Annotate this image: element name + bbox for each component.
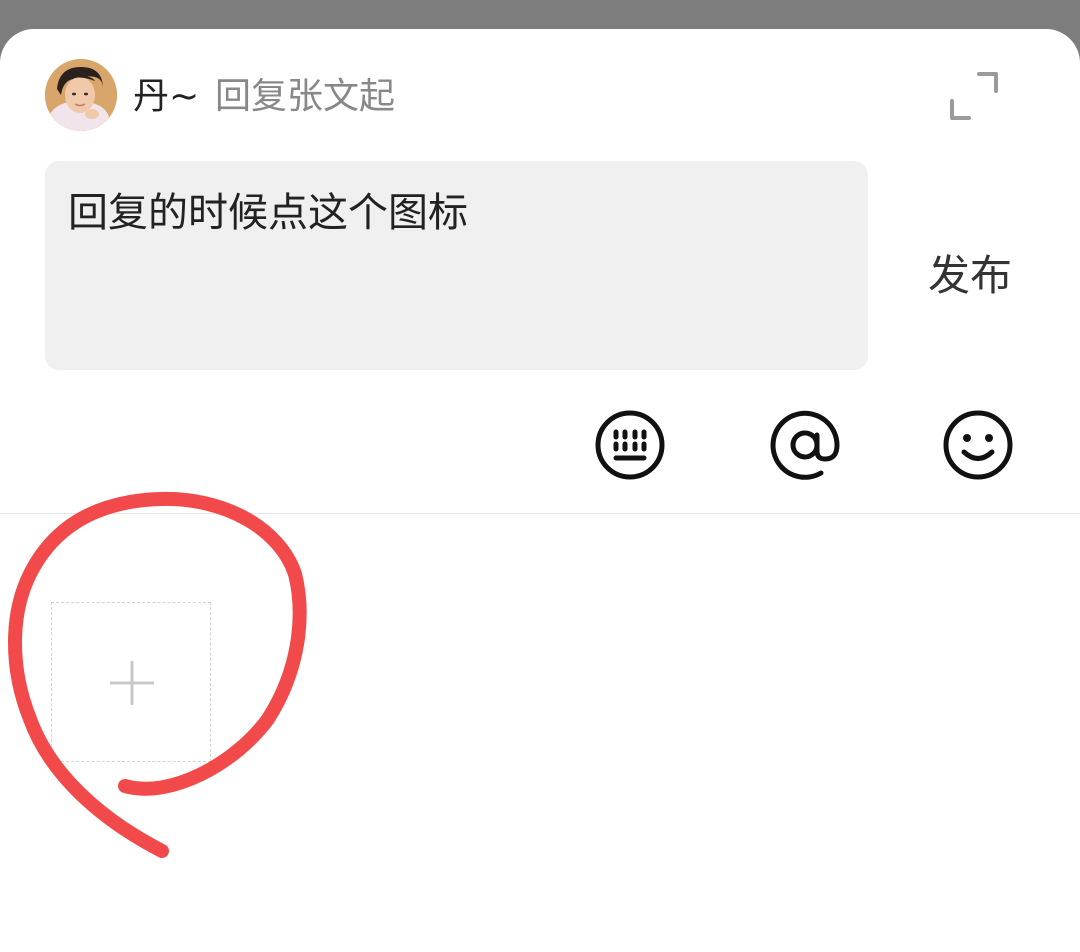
- add-image-button[interactable]: [51, 602, 211, 762]
- reply-target: 回复张文起: [215, 76, 396, 117]
- reply-input-text: 回复的时候点这个图标: [68, 190, 468, 236]
- publish-button[interactable]: 发布: [928, 249, 1012, 303]
- plus-icon: [110, 661, 154, 705]
- reply-sheet: 丹~ 回复张文起 回复的时候点这个图标 发布: [0, 29, 1080, 952]
- divider: [0, 513, 1080, 514]
- emoji-icon[interactable]: [940, 407, 1016, 483]
- expand-icon[interactable]: [945, 67, 1005, 127]
- reply-input[interactable]: 回复的时候点这个图标: [45, 161, 868, 370]
- username[interactable]: 丹~: [133, 73, 199, 121]
- avatar[interactable]: [45, 59, 117, 131]
- at-icon[interactable]: [765, 405, 841, 481]
- keyboard-icon[interactable]: [592, 407, 668, 483]
